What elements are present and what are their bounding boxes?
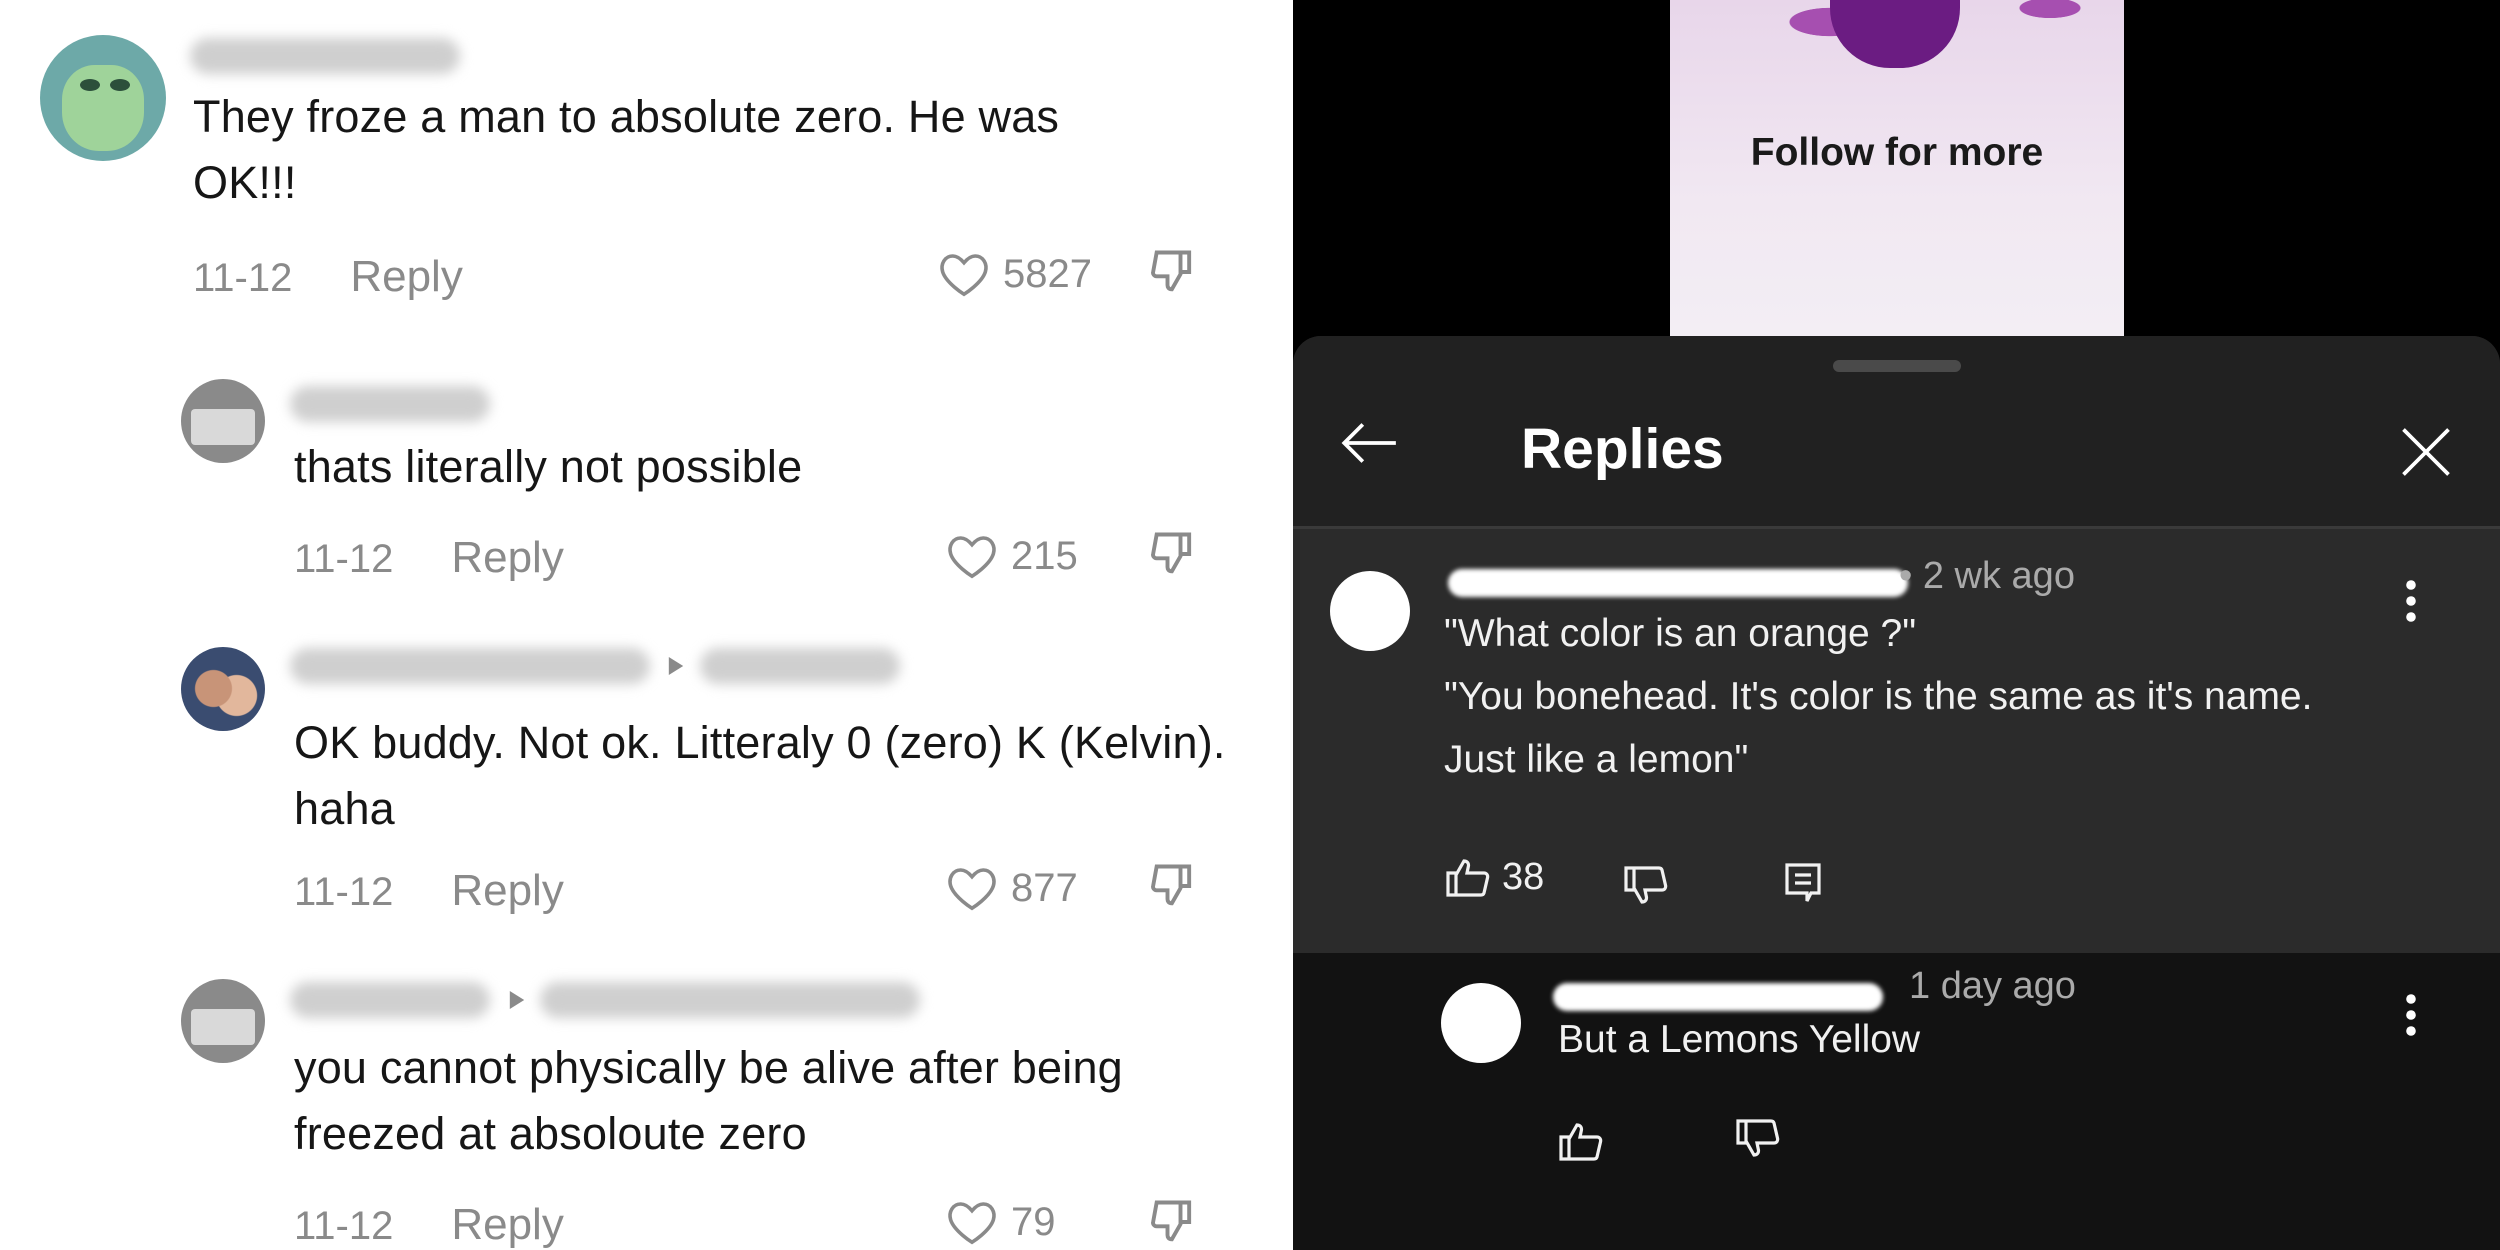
reply-button[interactable]: Reply	[451, 1200, 564, 1249]
comment-meta: 11-12 Reply	[294, 866, 564, 916]
reply-arrow-icon	[509, 991, 525, 1009]
like-button[interactable]: 38	[1444, 855, 1544, 899]
dislike-icon[interactable]	[1148, 1196, 1200, 1248]
dislike-icon[interactable]	[1148, 528, 1200, 580]
avatar[interactable]	[1441, 983, 1521, 1063]
like-button[interactable]: 877	[945, 863, 1078, 913]
username-blurred	[1553, 983, 1883, 1011]
heart-icon	[948, 536, 996, 579]
like-count: 5827	[1003, 251, 1092, 296]
comment-meta: 11-12 Reply	[294, 1200, 564, 1250]
like-count: 877	[1011, 865, 1078, 910]
avatar[interactable]	[181, 379, 265, 463]
dislike-icon[interactable]	[1148, 246, 1200, 298]
reply-comment-icon[interactable]	[1783, 861, 1823, 905]
avatar[interactable]	[181, 647, 265, 731]
reply-button[interactable]: Reply	[451, 533, 564, 582]
parent-comment: • 2 wk ago "What color is an orange ?" "…	[1293, 529, 2500, 953]
reply-comment: 1 day ago But a Lemons Yellow	[1293, 953, 2500, 1250]
username-blurred	[290, 386, 490, 422]
sheet-header: Replies	[1293, 336, 2500, 526]
comment-date: 11-12	[294, 870, 394, 914]
avatar[interactable]	[40, 35, 166, 161]
username-blurred	[540, 982, 920, 1018]
comment-text: you cannot physically be alive after bei…	[294, 1042, 1123, 1159]
video-thumbnail[interactable]: Follow for more	[1670, 0, 2124, 336]
tiktok-comments-panel: They froze a man to absolute zero. He wa…	[0, 0, 1293, 1250]
reply-button[interactable]: Reply	[350, 252, 463, 301]
comment-text: But a Lemons Yellow	[1558, 1018, 1921, 1061]
like-button[interactable]: 5827	[937, 249, 1092, 299]
avatar[interactable]	[1330, 571, 1410, 651]
comment-date: 11-12	[294, 1204, 394, 1248]
comment-text: OK buddy. Not ok. Litteraly 0 (zero) K (…	[294, 717, 1226, 834]
thumbs-down-icon[interactable]	[1622, 864, 1670, 908]
thumbs-up-icon[interactable]	[1557, 1119, 1605, 1163]
like-count: 38	[1502, 855, 1545, 898]
username-blurred	[1448, 569, 1908, 597]
comment-meta: 11-12 Reply	[294, 533, 564, 583]
drag-handle[interactable]	[1833, 360, 1961, 372]
more-options-icon[interactable]	[2405, 579, 2417, 623]
like-count: 79	[1011, 1199, 1056, 1244]
comment-date: 11-12	[193, 256, 293, 300]
replies-sheet: Replies • 2 wk ago "What color is an ora…	[1293, 336, 2500, 1250]
username-blurred	[190, 38, 460, 74]
back-arrow-icon[interactable]	[1338, 418, 1400, 468]
username-blurred	[290, 648, 650, 684]
like-button[interactable]: 79	[945, 1197, 1056, 1247]
heart-icon	[948, 868, 996, 911]
more-options-icon[interactable]	[2405, 993, 2417, 1037]
comment-line: "You bonehead. It's color is the same as…	[1444, 675, 2313, 718]
reply-arrow-icon	[668, 657, 684, 675]
comment-time: 1 day ago	[1909, 965, 2076, 1007]
avatar[interactable]	[181, 979, 265, 1063]
comment-date: 11-12	[294, 537, 394, 581]
dislike-icon[interactable]	[1148, 860, 1200, 912]
comment-line: Just like a lemon"	[1444, 738, 1749, 781]
heart-icon	[940, 254, 988, 297]
comment-text: thats literally not possible	[294, 441, 803, 492]
comment-time: • 2 wk ago	[1899, 555, 2075, 597]
thumbs-down-icon[interactable]	[1734, 1117, 1782, 1161]
reply-button[interactable]: Reply	[451, 866, 564, 915]
comment-line: "What color is an orange ?"	[1444, 612, 1917, 655]
thumbs-up-icon	[1446, 859, 1490, 897]
youtube-replies-panel: Follow for more Replies • 2 wk ago "What…	[1293, 0, 2500, 1250]
username-blurred	[290, 982, 490, 1018]
heart-icon	[948, 1202, 996, 1245]
like-count: 215	[1011, 533, 1078, 578]
like-button[interactable]: 215	[945, 531, 1078, 581]
page-title: Replies	[1521, 417, 1724, 481]
close-icon[interactable]	[2396, 422, 2456, 482]
comment-text: They froze a man to absolute zero. He wa…	[193, 91, 1060, 208]
thumbnail-caption: Follow for more	[1750, 131, 2044, 174]
username-blurred	[700, 648, 900, 684]
comment-meta: 11-12 Reply	[193, 252, 463, 302]
